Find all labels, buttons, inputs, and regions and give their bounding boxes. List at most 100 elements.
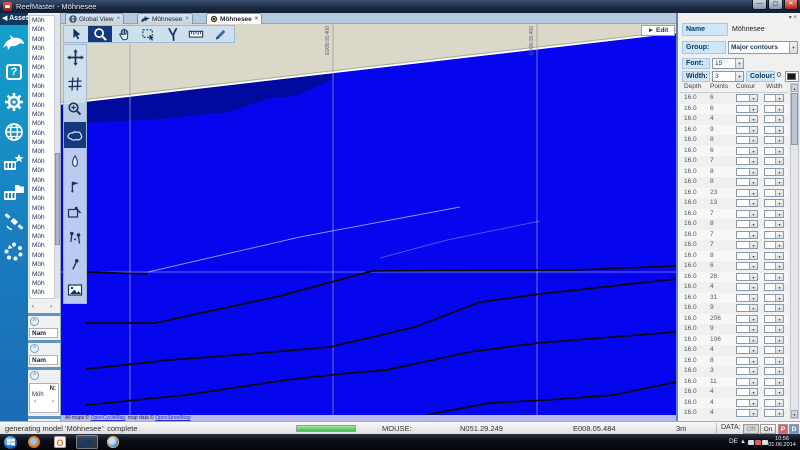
table-row[interactable]: 16.08▾▾: [680, 167, 788, 178]
waypoint-button[interactable]: [64, 251, 86, 277]
tab-mohnesee-1[interactable]: Möhnesee ×: [137, 13, 193, 24]
cell-width-select[interactable]: ▾: [764, 199, 784, 207]
name-value[interactable]: Möhnesee: [732, 24, 798, 35]
cell-colour-select[interactable]: ▾: [736, 346, 758, 354]
cell-colour-select[interactable]: ▾: [736, 199, 758, 207]
media-star-icon[interactable]: [0, 149, 28, 175]
table-row[interactable]: 16.06▾▾: [680, 104, 788, 115]
chevron-down-icon[interactable]: ▾: [775, 200, 783, 206]
cell-width-select[interactable]: ▾: [764, 115, 784, 123]
list-item[interactable]: Möh: [30, 63, 54, 72]
scrollbar-thumb[interactable]: [791, 93, 798, 145]
language-indicator[interactable]: DE: [729, 438, 738, 445]
panel-collapse-icon[interactable]: ▾: [789, 15, 792, 21]
cell-width-select[interactable]: ▾: [764, 367, 784, 375]
chevron-down-icon[interactable]: ▾: [749, 221, 757, 227]
table-row[interactable]: 16.0206▾▾: [680, 314, 788, 325]
cell-width-select[interactable]: ▾: [764, 157, 784, 165]
select-tool-button[interactable]: [64, 26, 88, 42]
web-globe-icon[interactable]: [0, 119, 28, 145]
chevron-down-icon[interactable]: ▾: [775, 95, 783, 101]
chevron-down-icon[interactable]: ▾: [775, 337, 783, 343]
scrollbar-thumb[interactable]: [55, 153, 60, 245]
cell-width-select[interactable]: ▾: [764, 409, 784, 417]
chevron-down-icon[interactable]: ▾: [749, 389, 757, 395]
cell-width-select[interactable]: ▾: [764, 136, 784, 144]
taskbar-firefox[interactable]: [24, 435, 44, 449]
chevron-down-icon[interactable]: ▾: [775, 211, 783, 217]
chevron-down-icon[interactable]: ▾: [775, 368, 783, 374]
table-row[interactable]: 16.07▾▾: [680, 209, 788, 220]
chevron-down-icon[interactable]: ▾: [775, 158, 783, 164]
start-button[interactable]: [4, 436, 17, 449]
taskbar-ie[interactable]: [103, 435, 123, 449]
tray-expand-icon[interactable]: ▲: [740, 439, 746, 445]
table-row[interactable]: 16.011▾▾: [680, 377, 788, 388]
chevron-down-icon[interactable]: ▾: [775, 106, 783, 112]
table-row[interactable]: 16.031▾▾: [680, 293, 788, 304]
nav-next-icon[interactable]: ›: [52, 399, 54, 405]
collapse-chevron-button[interactable]: ^: [30, 371, 39, 380]
chevron-down-icon[interactable]: ▾: [735, 72, 743, 81]
flag-icon[interactable]: [755, 440, 761, 445]
list-item[interactable]: Möh: [30, 213, 54, 222]
list-item[interactable]: Möh: [30, 223, 54, 232]
cell-colour-select[interactable]: ▾: [736, 220, 758, 228]
cell-width-select[interactable]: ▾: [764, 262, 784, 270]
cell-width-select[interactable]: ▾: [764, 231, 784, 239]
chevron-down-icon[interactable]: ▾: [749, 379, 757, 385]
chevron-down-icon[interactable]: ▾: [775, 232, 783, 238]
list-item[interactable]: Möh: [30, 260, 54, 269]
table-row[interactable]: 16.07▾▾: [680, 230, 788, 241]
list-item[interactable]: Möh: [30, 176, 54, 185]
zoom-extent-button[interactable]: [64, 97, 86, 123]
cell-colour-select[interactable]: ▾: [736, 294, 758, 302]
chevron-down-icon[interactable]: ▾: [749, 410, 757, 416]
tab-close-icon[interactable]: ×: [117, 16, 121, 22]
list-item[interactable]: Möh: [30, 119, 54, 128]
cell-colour-select[interactable]: ▾: [736, 231, 758, 239]
zoom-tool-button[interactable]: [88, 26, 112, 42]
cell-colour-select[interactable]: ▾: [736, 388, 758, 396]
cell-colour-select[interactable]: ▾: [736, 378, 758, 386]
chevron-down-icon[interactable]: ▾: [775, 221, 783, 227]
table-scrollbar[interactable]: ▴ ▾: [790, 83, 799, 419]
chevron-down-icon[interactable]: ▾: [749, 274, 757, 280]
table-row[interactable]: 16.0106▾▾: [680, 335, 788, 346]
list-item[interactable]: Möh: [30, 35, 54, 44]
mini-nav[interactable]: ‹ ›: [30, 398, 58, 405]
cell-colour-select[interactable]: ▾: [736, 147, 758, 155]
list-item[interactable]: Möh: [30, 44, 54, 53]
cell-colour-select[interactable]: ▾: [736, 367, 758, 375]
list-item[interactable]: Möh: [30, 82, 54, 91]
map-canvas[interactable]: [61, 13, 676, 421]
table-row[interactable]: 16.09▾▾: [680, 324, 788, 335]
table-row[interactable]: 16.04▾▾: [680, 387, 788, 398]
table-row[interactable]: 16.09▾▾: [680, 303, 788, 314]
cell-width-select[interactable]: ▾: [764, 147, 784, 155]
chevron-down-icon[interactable]: ▾: [749, 200, 757, 206]
cell-colour-select[interactable]: ▾: [736, 283, 758, 291]
chevron-down-icon[interactable]: ▾: [775, 284, 783, 290]
list-item[interactable]: Möh: [30, 110, 54, 119]
chevron-down-icon[interactable]: ▾: [775, 305, 783, 311]
cell-width-select[interactable]: ▾: [764, 294, 784, 302]
chevron-down-icon[interactable]: ▾: [775, 400, 783, 406]
chevron-down-icon[interactable]: ▾: [749, 253, 757, 259]
nav-next-icon[interactable]: ›: [50, 303, 52, 311]
transfer-waypoints-button[interactable]: [64, 226, 86, 252]
cell-width-select[interactable]: ▾: [764, 126, 784, 134]
map-viewport[interactable]: Global View × Möhnesee × Möhnesee ×: [61, 13, 676, 421]
chevron-down-icon[interactable]: ▾: [749, 305, 757, 311]
list-item[interactable]: Möh: [30, 166, 54, 175]
taskbar-reefmaster-active[interactable]: [76, 435, 98, 449]
data-off-button[interactable]: Off: [743, 424, 759, 434]
chevron-down-icon[interactable]: ▾: [749, 232, 757, 238]
chevron-down-icon[interactable]: ▾: [775, 347, 783, 353]
list-item[interactable]: Möh: [30, 185, 54, 194]
table-row[interactable]: 16.028▾▾: [680, 272, 788, 283]
settings-gear-icon[interactable]: [0, 89, 28, 115]
chevron-down-icon[interactable]: ▾: [775, 116, 783, 122]
list-nav[interactable]: ‹ ›: [29, 303, 55, 311]
chevron-down-icon[interactable]: ▾: [775, 148, 783, 154]
